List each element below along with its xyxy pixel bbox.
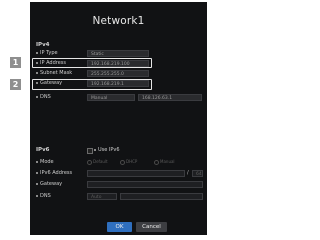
ipv6-mode-label: Mode	[36, 159, 54, 165]
ipv6-gateway-input[interactable]	[87, 181, 203, 188]
ipv6-section-label: IPv6	[36, 147, 50, 153]
ok-button[interactable]: OK	[107, 222, 132, 232]
dialog-title: Network1	[92, 15, 145, 27]
callout-marker-2: 2	[10, 79, 21, 90]
mode-dhcp-radio[interactable]	[120, 160, 125, 165]
ipv6-gateway-label: Gateway	[36, 181, 62, 187]
ipv6-address-input[interactable]	[87, 170, 185, 177]
use-ipv6-label: Use IPv6	[94, 147, 120, 153]
ip-type-select[interactable]: Static	[87, 50, 149, 57]
ipv4-section-label: IPv4	[36, 42, 50, 48]
ipv6-dns-mode-select[interactable]: Auto	[87, 193, 117, 200]
mode-dhcp-label: DHCP	[126, 159, 138, 164]
mode-default-label: Default	[93, 159, 108, 164]
dns-server-input[interactable]: 168.126.63.1	[138, 94, 202, 101]
ipv6-dns-label: DNS	[36, 193, 51, 199]
mode-default-radio[interactable]	[87, 160, 92, 165]
ip-address-highlight	[32, 58, 152, 68]
ipv6-dns-input[interactable]	[120, 193, 203, 200]
gateway-highlight	[32, 79, 152, 90]
subnet-mask-label: Subnet Mask	[36, 70, 72, 76]
ip-type-label: IP Type	[36, 50, 58, 56]
mode-manual-radio[interactable]	[154, 160, 159, 165]
network-settings-dialog: Network1 IPv4 IP Type Static IP Address …	[30, 2, 207, 235]
prefix-separator: /	[187, 170, 189, 176]
subnet-mask-input[interactable]: 255.255.255.0	[87, 70, 149, 77]
ipv6-address-label: IPv6 Address	[36, 170, 72, 176]
callout-marker-1: 1	[10, 57, 21, 68]
dns-label: DNS	[36, 94, 51, 100]
ipv6-prefix-input[interactable]: 64	[192, 170, 203, 177]
dns-mode-select[interactable]: Manual	[87, 94, 135, 101]
use-ipv6-checkbox[interactable]	[87, 148, 93, 154]
cancel-button[interactable]: Cancel	[136, 222, 167, 232]
mode-manual-label: Manual	[160, 159, 175, 164]
